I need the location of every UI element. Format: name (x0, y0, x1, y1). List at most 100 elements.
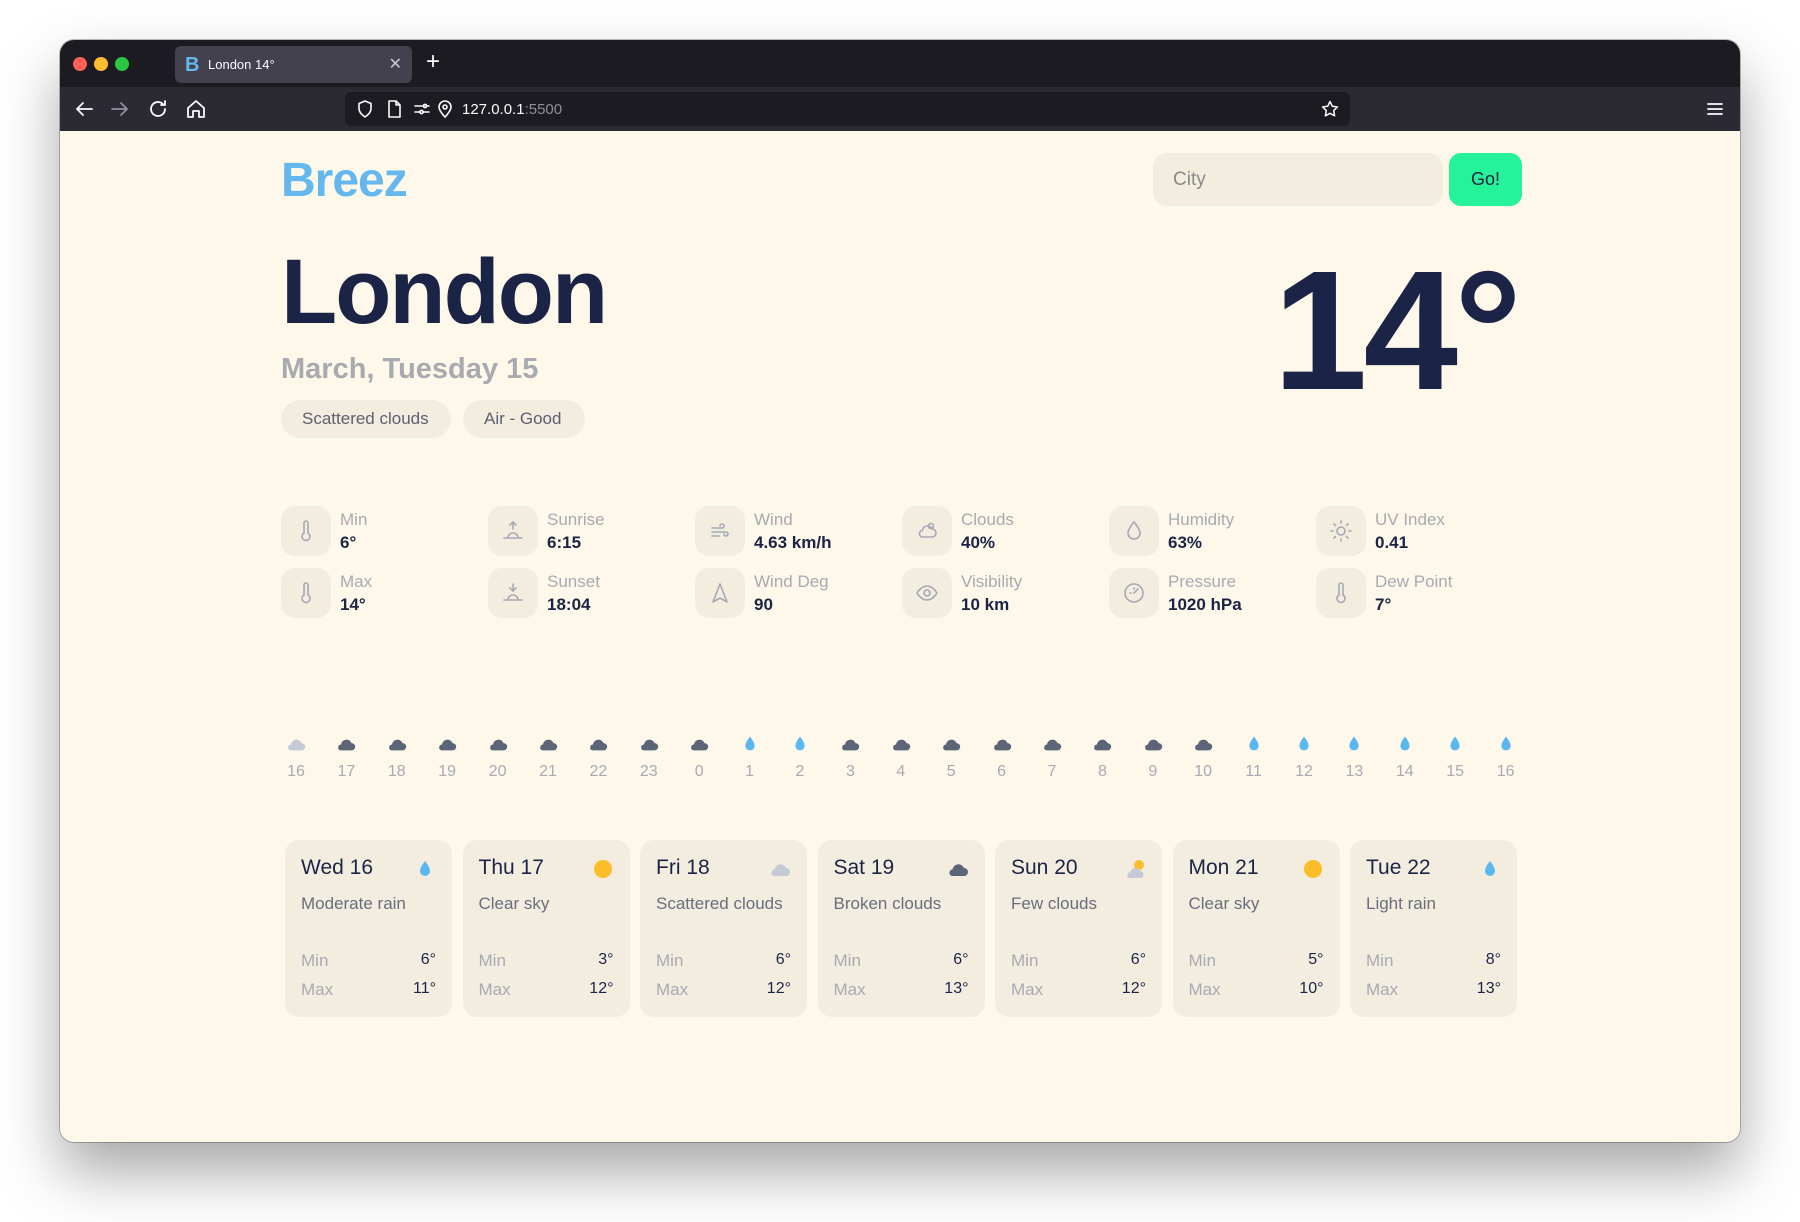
hour-label: 10 (1194, 763, 1213, 780)
url-text[interactable]: 127.0.0.1:5500 (462, 101, 562, 118)
bookmark-star-icon[interactable] (1320, 99, 1340, 119)
hourly-item: 10 (1183, 735, 1223, 781)
day-card[interactable]: Mon 21 Clear sky Min 5° Max 10° (1172, 840, 1340, 1017)
city-search-input[interactable] (1153, 153, 1443, 206)
tab-close-icon[interactable]: ✕ (389, 54, 402, 74)
stat-value: 14° (340, 595, 366, 614)
window-maximize-button[interactable] (115, 57, 129, 71)
raindrop-icon (739, 735, 761, 753)
sun-icon (591, 858, 615, 880)
min-label: Min (656, 951, 684, 970)
forward-arrow-icon[interactable] (108, 97, 132, 121)
stat-label: Visibility (961, 572, 1023, 591)
stat-label: UV Index (1375, 510, 1445, 529)
day-description: Moderate rain (301, 894, 406, 913)
sun-icon (1301, 858, 1325, 880)
stat-label: Wind Deg (754, 572, 829, 591)
max-value: 12° (589, 980, 614, 997)
stat-value: 18:04 (547, 595, 591, 614)
page-icon[interactable] (384, 99, 404, 119)
max-label: Max (1366, 980, 1399, 999)
raindrop-icon (1478, 858, 1502, 880)
home-icon[interactable] (184, 97, 208, 121)
back-arrow-icon[interactable] (72, 97, 96, 121)
cloud-icon (487, 735, 509, 753)
max-value: 11° (412, 980, 436, 997)
day-name: Thu 17 (478, 856, 544, 879)
day-description: Clear sky (478, 894, 550, 913)
hourly-item: 6 (982, 735, 1022, 781)
browser-tab[interactable]: B London 14° ✕ (175, 46, 412, 83)
day-card[interactable]: Thu 17 Clear sky Min 3° Max 12° (462, 840, 630, 1017)
permissions-icon[interactable] (412, 99, 432, 119)
max-label: Max (656, 980, 689, 999)
hourly-item: 16 (1486, 735, 1526, 781)
stat-label: Max (340, 572, 373, 591)
cloud-icon (1091, 735, 1113, 753)
hourly-item: 5 (931, 735, 971, 781)
cloud-icon (587, 735, 609, 753)
min-label: Min (1188, 951, 1216, 970)
stat-value: 4.63 km/h (754, 533, 832, 552)
cloud-sun-icon (902, 506, 952, 556)
location-pin-icon[interactable] (435, 99, 455, 119)
day-card[interactable]: Sat 19 Broken clouds Min 6° Max 13° (817, 840, 985, 1017)
stat-uv-index: UV Index 0.41 (1316, 506, 1516, 558)
cloud-icon (991, 735, 1013, 753)
max-label: Max (301, 980, 334, 999)
logo[interactable]: Breez (281, 153, 408, 208)
url-port: :5500 (524, 101, 563, 118)
window-close-button[interactable] (73, 57, 87, 71)
hamburger-menu-icon[interactable] (1704, 98, 1726, 120)
reload-icon[interactable] (146, 97, 170, 121)
raindrop-icon (1293, 735, 1315, 753)
day-description: Light rain (1366, 894, 1436, 913)
hourly-item: 23 (629, 735, 669, 781)
hourly-item: 11 (1234, 735, 1274, 781)
day-description: Scattered clouds (656, 894, 783, 913)
window-minimize-button[interactable] (94, 57, 108, 71)
shield-icon[interactable] (355, 99, 375, 119)
day-name: Sun 20 (1011, 856, 1078, 879)
stat-label: Sunrise (547, 510, 605, 529)
day-card[interactable]: Fri 18 Scattered clouds Min 6° Max 12° (640, 840, 807, 1017)
cloud-icon (839, 735, 861, 753)
go-button[interactable]: Go! (1449, 153, 1522, 206)
hour-label: 0 (694, 763, 704, 780)
url-bar[interactable]: 127.0.0.1:5500 (345, 92, 1350, 126)
max-label: Max (1011, 980, 1044, 999)
hour-label: 7 (1047, 763, 1057, 780)
max-label: Max (1188, 980, 1221, 999)
hour-label: 16 (1496, 763, 1515, 780)
raindrop-icon (789, 735, 811, 753)
hour-label: 17 (337, 763, 356, 780)
hour-label: 18 (387, 763, 406, 780)
thermometer-icon (281, 506, 331, 556)
stat-clouds: Clouds 40% (902, 506, 1102, 558)
eye-icon (902, 568, 952, 618)
hour-label: 4 (896, 763, 906, 780)
stat-visibility: Visibility 10 km (902, 568, 1102, 620)
sun-icon (1316, 506, 1366, 556)
weather-page: Breez Go! London March, Tuesday 15 Scatt… (60, 131, 1740, 1142)
stat-value: 90 (754, 595, 773, 614)
hourly-item: 9 (1133, 735, 1173, 781)
hour-label: 13 (1345, 763, 1364, 780)
city-name: London (281, 241, 608, 343)
stat-pressure: Pressure 1020 hPa (1109, 568, 1309, 620)
min-value: 6° (420, 951, 436, 968)
hourly-item: 17 (326, 735, 366, 781)
stat-value: 40% (961, 533, 996, 552)
day-card[interactable]: Wed 16 Moderate rain Min 6° Max 11° (285, 840, 452, 1017)
new-tab-button[interactable]: + (426, 48, 440, 76)
stat-label: Wind (754, 510, 793, 529)
day-card[interactable]: Sun 20 Few clouds Min 6° Max 12° (995, 840, 1162, 1017)
hourly-item: 18 (377, 735, 417, 781)
stat-value: 0.41 (1375, 533, 1409, 552)
favicon-icon: B (185, 54, 200, 76)
hourly-item: 19 (427, 735, 467, 781)
sunrise-icon (488, 506, 538, 556)
day-card[interactable]: Tue 22 Light rain Min 8° Max 13° (1350, 840, 1517, 1017)
day-name: Sat 19 (833, 856, 895, 879)
hourly-item: 15 (1435, 735, 1475, 781)
